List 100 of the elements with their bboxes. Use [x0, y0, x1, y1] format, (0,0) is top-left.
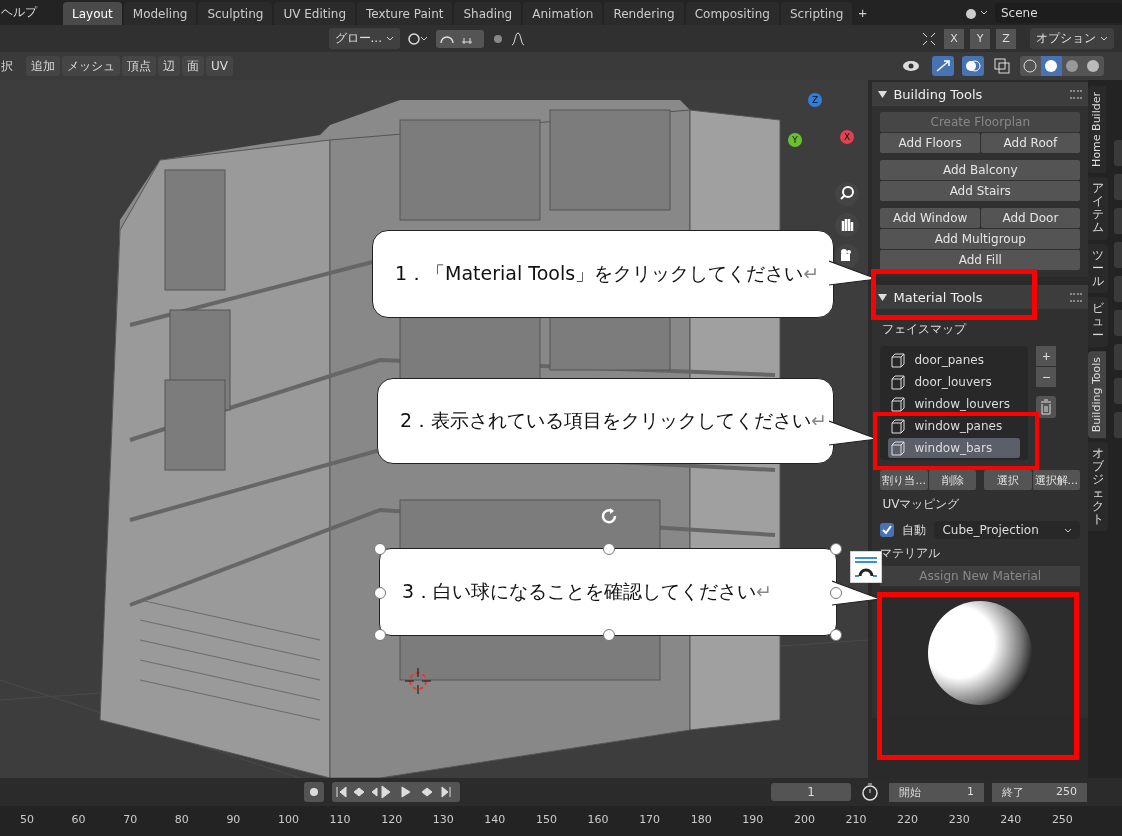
resize-handle[interactable]	[830, 587, 842, 599]
sidebar-tab[interactable]: ビュー	[1088, 297, 1109, 347]
options-dropdown[interactable]: オプション	[1030, 28, 1114, 49]
caret-icon	[386, 36, 394, 41]
workspace-tab[interactable]: Modeling	[123, 2, 197, 25]
tool-button[interactable]: Add Fill	[880, 250, 1081, 270]
frame-number: 160	[587, 812, 610, 826]
frame-number: 210	[845, 812, 868, 826]
workspace-tab[interactable]: Layout	[63, 2, 122, 25]
workspace-tab[interactable]: UV Editing	[274, 2, 356, 25]
frame-number: 170	[639, 812, 662, 826]
stopwatch-icon[interactable]	[859, 782, 881, 802]
tool-button[interactable]: Add Window	[880, 208, 980, 228]
cube-icon	[890, 374, 907, 390]
sidebar-tab[interactable]: Building Tools	[1088, 350, 1107, 438]
face-map-button[interactable]: 削除	[928, 470, 977, 490]
cube-icon	[890, 396, 907, 412]
viewport-menu[interactable]: 面	[182, 56, 204, 76]
viewport-menu[interactable]: UV	[206, 56, 233, 76]
face-map-item[interactable]: door_louvers	[888, 372, 1021, 392]
frame-number: 240	[1000, 812, 1023, 826]
gizmo-toggle-icon[interactable]	[932, 56, 954, 76]
workspace-tab[interactable]: Scripting	[780, 2, 853, 25]
zoom-icon[interactable]	[835, 182, 859, 206]
tool-button[interactable]: Add Door	[980, 208, 1081, 228]
projection-dropdown[interactable]: Cube_Projection	[934, 521, 1081, 539]
tool-button[interactable]: Add Roof	[980, 133, 1081, 153]
caret-icon	[1100, 36, 1108, 41]
tool-button[interactable]: Add Stairs	[880, 181, 1081, 201]
workspace-tab[interactable]: Shading	[454, 2, 522, 25]
face-map-button[interactable]: 選択解...	[1032, 470, 1081, 490]
viewport-menu[interactable]: 択	[1, 56, 18, 76]
hand-icon[interactable]	[835, 213, 859, 237]
scene-field[interactable]: Scene	[995, 2, 1122, 23]
current-frame-field[interactable]: 1	[771, 783, 851, 801]
resize-handle[interactable]	[830, 629, 842, 641]
face-map-item[interactable]: window_louvers	[888, 394, 1021, 414]
face-map-item[interactable]: window_bars	[888, 438, 1021, 458]
frame-number: 70	[123, 812, 139, 826]
section-label: UVマッピング	[882, 496, 961, 513]
tool-button[interactable]: Add Floors	[880, 133, 980, 153]
resize-handle[interactable]	[830, 543, 842, 555]
tool-button[interactable]: Add Multigroup	[880, 229, 1081, 249]
callout-text: 3．白い球になることを確認してください↵	[402, 579, 772, 604]
panel-title: Building Tools	[893, 86, 983, 102]
end-frame-field[interactable]: 終了 250	[992, 782, 1087, 802]
shading-mode-icon[interactable]	[1020, 56, 1104, 76]
face-map-item[interactable]: window_panes	[888, 416, 1021, 436]
checkbox-label: 自動	[902, 521, 927, 539]
axis-gizmo-label[interactable]: Y	[788, 133, 802, 147]
frame-number: 220	[897, 812, 920, 826]
overlay-icon[interactable]	[962, 56, 984, 76]
viewport-menu[interactable]: 頂点	[122, 56, 156, 76]
workspace-tab[interactable]: Animation	[523, 2, 603, 25]
tool-button[interactable]: Add Balcony	[880, 160, 1081, 180]
orientation-dropdown[interactable]: グロー...	[328, 28, 400, 49]
frame-number: 50	[20, 812, 35, 826]
workspace-tab[interactable]: Compositing	[685, 2, 779, 25]
trash-icon[interactable]	[1036, 396, 1057, 418]
snap-icon[interactable]	[436, 29, 484, 48]
disclosure-triangle-icon[interactable]	[878, 292, 888, 302]
callout-text: 2．表示されている項目をクリックしてください↵	[400, 408, 827, 433]
auto-checkbox[interactable]	[880, 523, 895, 537]
face-map-button[interactable]: 割り当...	[880, 470, 928, 490]
mirror-axis-toggle[interactable]: X	[944, 28, 964, 49]
viewport-menu[interactable]: 追加	[26, 56, 60, 76]
sidebar-tab[interactable]: オブジェクト	[1088, 442, 1109, 532]
sidebar-tab[interactable]: ツール	[1088, 243, 1109, 294]
face-map-button[interactable]: 選択	[984, 470, 1032, 490]
3d-cursor-icon	[405, 668, 431, 694]
record-icon[interactable]	[303, 782, 324, 802]
help-menu[interactable]: ヘルプ	[1, 4, 37, 21]
start-frame-field[interactable]: 開始 1	[889, 782, 984, 802]
xray-icon[interactable]	[992, 56, 1012, 76]
panel-header[interactable]: Building Tools	[872, 82, 1089, 106]
sidebar-tab[interactable]: Home Builder	[1088, 86, 1107, 173]
add-workspace-button[interactable]: +	[854, 4, 872, 21]
cube-icon	[890, 418, 907, 434]
list-edit-button[interactable]: +	[1036, 346, 1057, 366]
frame-number: 120	[381, 812, 404, 826]
frame-number: 60	[71, 812, 87, 826]
playback-controls-icon[interactable]	[331, 782, 460, 802]
list-edit-button[interactable]: −	[1036, 367, 1057, 387]
face-map-item[interactable]: door_panes	[888, 350, 1021, 370]
viewport-menu[interactable]: メッシュ	[62, 56, 120, 76]
mirror-axis-toggle[interactable]: Y	[970, 28, 990, 49]
disclosure-triangle-icon[interactable]	[878, 89, 888, 99]
workspace-tab[interactable]: Sculpting	[198, 2, 273, 25]
workspace-tab[interactable]: Rendering	[604, 2, 684, 25]
frame-number: 140	[484, 812, 507, 826]
mirror-axis-toggle[interactable]: Z	[996, 28, 1016, 49]
workspace-tab[interactable]: Texture Paint	[357, 2, 453, 25]
axis-gizmo-label[interactable]: X	[840, 130, 854, 144]
sidebar-tab[interactable]: アイテム	[1088, 176, 1109, 240]
viewport-menu[interactable]: 辺	[158, 56, 180, 76]
resize-handle[interactable]	[603, 629, 615, 641]
frame-number: 90	[226, 812, 242, 826]
axis-gizmo-label[interactable]: Z	[808, 93, 822, 107]
cube-icon	[890, 352, 907, 368]
layout-options-icon[interactable]	[850, 551, 882, 583]
